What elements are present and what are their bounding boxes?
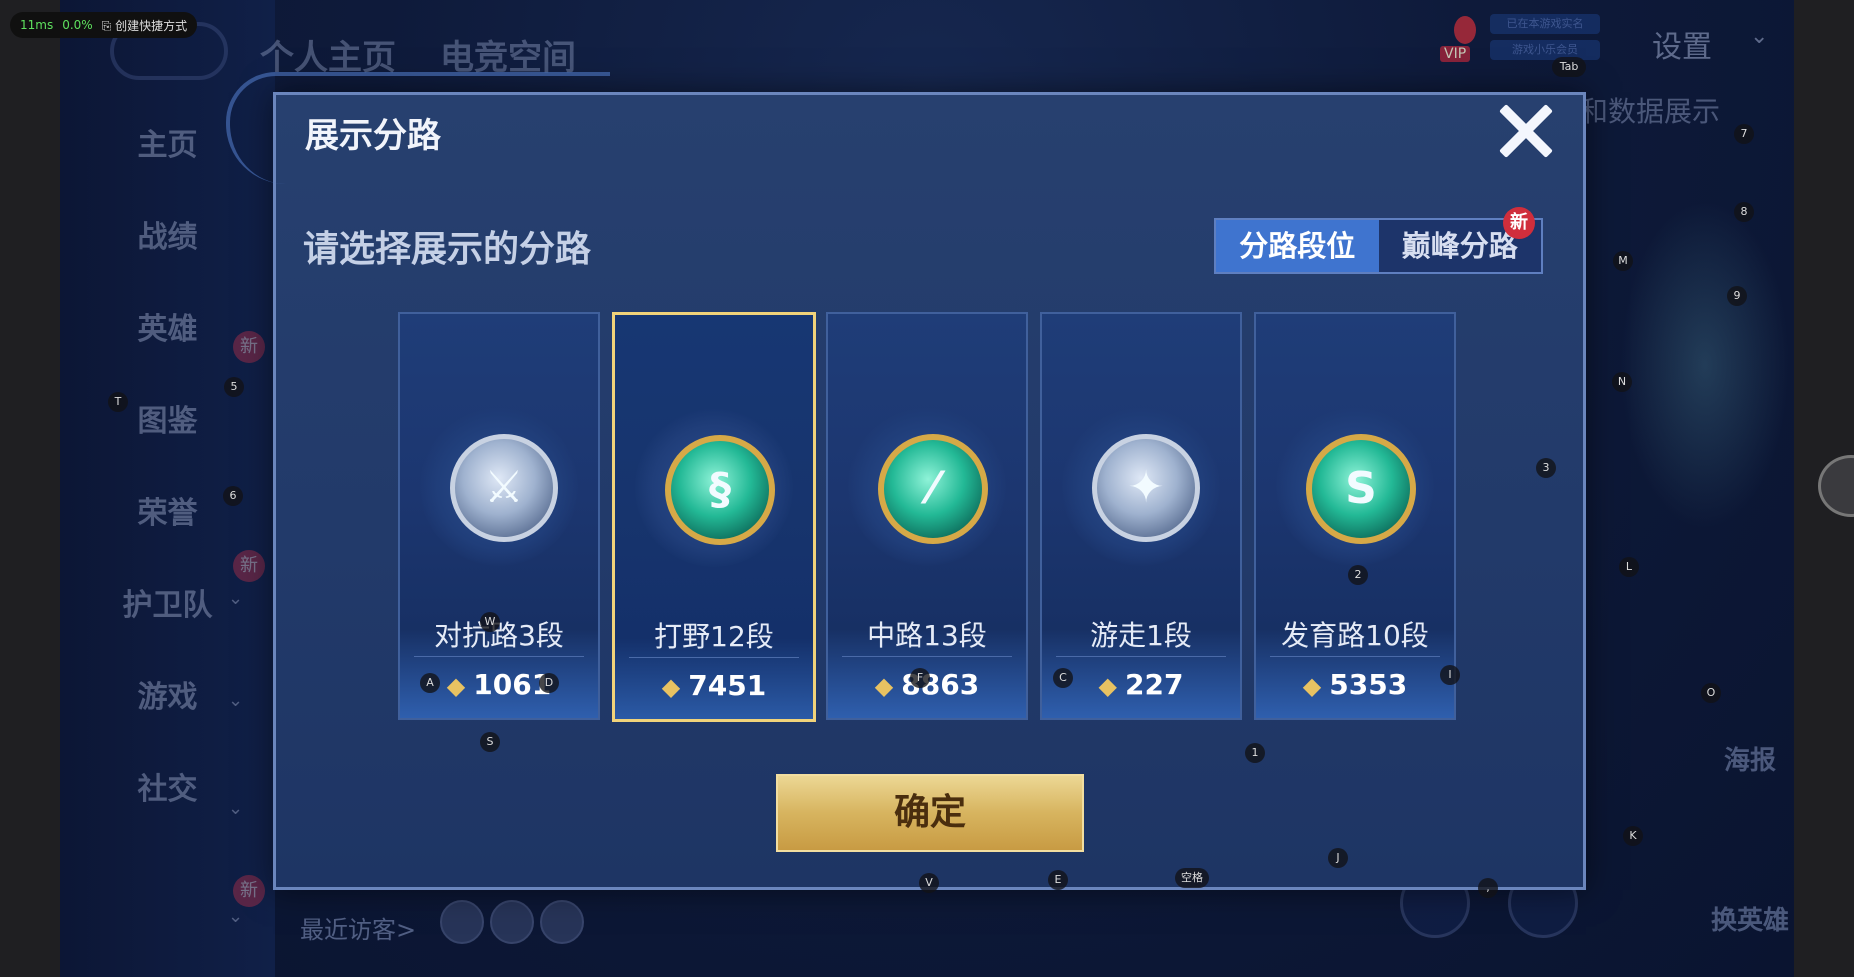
confirm-button[interactable]: 确定 xyxy=(776,774,1084,852)
wand-icon: ⁄ xyxy=(878,434,988,544)
divider xyxy=(1056,656,1226,657)
lane-score: ◆ 5353 xyxy=(1302,668,1408,701)
lane-card-jungle[interactable]: § 打野12段 ◆ 7451 xyxy=(612,312,816,722)
key-hint: 9 xyxy=(1727,286,1747,306)
dialog-prompt: 请选择展示的分路 xyxy=(303,229,592,270)
chevron-down-icon[interactable]: ⌄ xyxy=(1750,24,1768,49)
key-hint: 7 xyxy=(1734,124,1754,144)
chevron-down-icon: ⌄ xyxy=(228,906,244,927)
member-pill[interactable]: 游戏小乐会员 xyxy=(1490,40,1600,60)
key-hint: W xyxy=(480,612,500,632)
left-letterbox xyxy=(0,0,60,977)
lane-card-roam[interactable]: ✦ 游走1段 ◆ 227 xyxy=(1040,312,1242,720)
lane-card-mid[interactable]: ⁄ 中路13段 ◆ 8863 xyxy=(826,312,1028,720)
key-hint: J xyxy=(1328,848,1348,868)
avatar[interactable] xyxy=(490,900,534,944)
sidebar-item-social[interactable]: 社交 xyxy=(60,764,275,808)
key-hint: 2 xyxy=(1348,565,1368,585)
points-icon: ◆ xyxy=(874,672,894,700)
dialog-title: 展示分路 xyxy=(305,116,441,156)
points-icon: ◆ xyxy=(446,672,466,700)
points-icon: ◆ xyxy=(1302,672,1322,700)
key-hint: D xyxy=(539,673,559,693)
vip-badge: VIP xyxy=(1440,46,1471,62)
key-hint: I xyxy=(1440,665,1460,685)
poster-button[interactable]: 海报 xyxy=(1700,740,1794,777)
key-hint: C xyxy=(1053,668,1073,688)
background-caption: 和数据展示 xyxy=(1580,95,1721,128)
settings-button[interactable]: 设置 xyxy=(1652,22,1712,66)
key-hint: 8 xyxy=(1734,202,1754,222)
key-hint: S xyxy=(480,732,500,752)
target-icon: S xyxy=(1306,434,1416,544)
key-hint: L xyxy=(1619,557,1639,577)
key-hint: M xyxy=(1613,251,1633,271)
lane-name: 打野12段 xyxy=(654,620,774,653)
lane-card-farm[interactable]: S 发育路10段 ◆ 5353 xyxy=(1254,312,1456,720)
recent-visitors-link[interactable]: 最近访客> xyxy=(300,910,416,945)
avatar[interactable] xyxy=(440,900,484,944)
key-hint: 5 xyxy=(224,377,244,397)
create-shortcut-button[interactable]: ⎘ 创建快捷方式 xyxy=(102,17,187,34)
lane-name: 中路13段 xyxy=(867,619,987,652)
key-hint: E xyxy=(1048,870,1068,890)
key-hint: 1 xyxy=(1245,743,1265,763)
new-badge: 新 xyxy=(233,331,265,363)
key-hint: 空格 xyxy=(1175,868,1209,888)
tab-lane-rank[interactable]: 分路段位 xyxy=(1216,220,1379,272)
sidebar-item-games[interactable]: 游戏 xyxy=(60,672,275,716)
divider xyxy=(414,656,584,657)
shortcut-icon: ⎘ xyxy=(101,18,116,33)
sidebar-item-codex[interactable]: 图鉴 xyxy=(60,396,275,440)
key-hint: , xyxy=(1478,878,1498,898)
lane-name: 游走1段 xyxy=(1090,619,1192,652)
sidebar-item-guard[interactable]: 护卫队 xyxy=(60,580,275,624)
hero-backdrop xyxy=(1620,200,1790,530)
new-badge: 新 xyxy=(233,550,265,582)
sword-icon: ⚔ xyxy=(450,434,558,542)
divider xyxy=(629,657,799,658)
wing-icon: ✦ xyxy=(1092,434,1200,542)
key-hint: O xyxy=(1701,683,1721,703)
key-hint: 3 xyxy=(1536,458,1556,478)
flame-icon xyxy=(1454,16,1476,44)
points-icon: ◆ xyxy=(1098,672,1117,700)
perf-overlay: 11ms 0.0% ⎘ 创建快捷方式 xyxy=(10,12,198,38)
key-hint: A xyxy=(420,673,440,693)
key-hint: K xyxy=(1623,826,1643,846)
key-hint: 6 xyxy=(223,486,243,506)
close-icon[interactable] xyxy=(1494,100,1558,164)
swap-hero-button[interactable]: 换英雄 xyxy=(1690,900,1794,937)
sidebar-item-records[interactable]: 战绩 xyxy=(60,212,275,256)
new-badge: 新 xyxy=(233,875,265,907)
key-hint: F xyxy=(910,668,930,688)
key-hint: T xyxy=(108,392,128,412)
lane-card-top[interactable]: ⚔ 对抗路3段 ◆ 1061 xyxy=(398,312,600,720)
key-hint: V xyxy=(919,873,939,893)
dragon-icon: § xyxy=(665,435,775,545)
key-hint: Tab xyxy=(1552,57,1586,77)
avatar[interactable] xyxy=(540,900,584,944)
lane-name: 发育路10段 xyxy=(1281,619,1429,652)
key-hint: N xyxy=(1612,372,1632,392)
divider xyxy=(842,656,1012,657)
new-badge: 新 xyxy=(1503,207,1535,239)
lane-mode-switch: 分路段位 巅峰分路 xyxy=(1214,218,1543,274)
vip-button[interactable]: VIP xyxy=(1440,10,1490,62)
realname-pill[interactable]: 已在本游戏实名 xyxy=(1490,14,1600,34)
lane-score: ◆ 7451 xyxy=(661,669,767,702)
divider xyxy=(1270,656,1440,657)
cpu-percent: 0.0% xyxy=(62,18,93,32)
frame-time: 11ms xyxy=(20,18,54,32)
screen: 个人主页 电竞空间 主页 战绩 英雄 新 图鉴 荣誉 新 ⌄ 护卫队 ⌄ 游戏 … xyxy=(0,0,1854,977)
points-icon: ◆ xyxy=(661,673,681,701)
